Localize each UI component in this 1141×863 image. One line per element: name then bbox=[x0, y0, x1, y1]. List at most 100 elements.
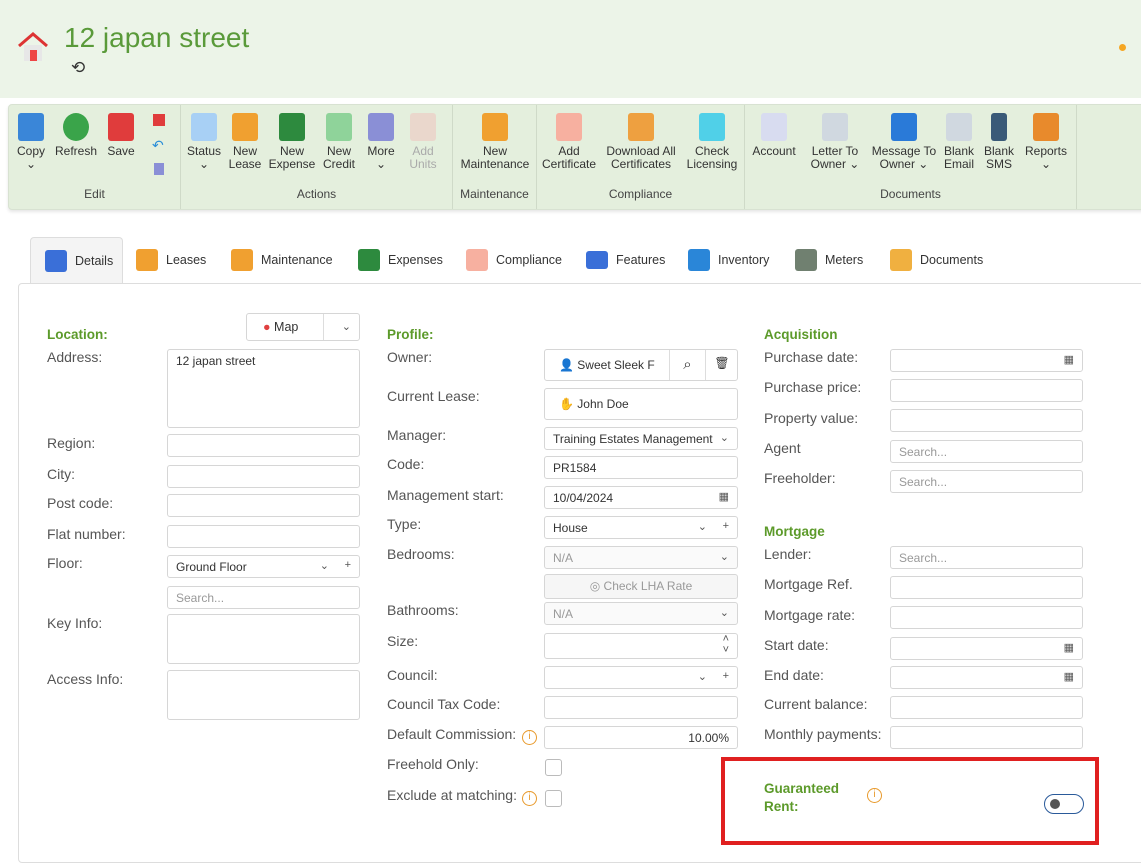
tab-expenses[interactable]: Expenses bbox=[358, 237, 443, 283]
tab-inventory[interactable]: Inventory bbox=[688, 237, 769, 283]
key-info-field[interactable] bbox=[167, 614, 360, 664]
undo-icon[interactable]: ↶ bbox=[152, 137, 164, 154]
new-credit-button[interactable]: New Credit bbox=[319, 113, 359, 171]
key-info-label: Key Info: bbox=[47, 615, 103, 631]
lease-icon bbox=[136, 249, 158, 271]
mortgage-rate-field[interactable] bbox=[890, 606, 1083, 629]
account-button[interactable]: Account bbox=[749, 113, 799, 158]
new-maintenance-button[interactable]: New Maintenance bbox=[457, 113, 533, 171]
group-edit: Copy ⌄ Refresh Save ↶ Edit bbox=[9, 105, 181, 209]
region-field[interactable] bbox=[167, 434, 360, 457]
new-lease-button[interactable]: New Lease bbox=[227, 113, 263, 171]
floor-select[interactable]: Ground Floor ⌄ + bbox=[167, 555, 360, 578]
tab-features[interactable]: Features bbox=[586, 237, 665, 283]
tab-documents[interactable]: Documents bbox=[890, 237, 983, 283]
chevron-down-icon[interactable]: ⌄ bbox=[342, 320, 351, 333]
lender-search-input[interactable]: Search... bbox=[890, 546, 1083, 569]
monthly-payments-field[interactable] bbox=[890, 726, 1083, 749]
property-value-label: Property value: bbox=[764, 410, 859, 426]
current-balance-field[interactable] bbox=[890, 696, 1083, 719]
property-value-field[interactable] bbox=[890, 409, 1083, 432]
flat-number-field[interactable] bbox=[167, 525, 360, 548]
check-licensing-button[interactable]: Check Licensing bbox=[685, 113, 739, 171]
council-label: Council: bbox=[387, 667, 438, 683]
map-button[interactable]: ● Map ⌄ bbox=[246, 313, 360, 341]
floor-search-input[interactable]: Search... bbox=[167, 586, 360, 609]
tab-meters[interactable]: Meters bbox=[795, 237, 863, 283]
tab-details[interactable]: Details bbox=[30, 237, 123, 284]
size-stepper[interactable]: ˄ ˅ bbox=[544, 633, 738, 659]
tab-maintenance[interactable]: Maintenance bbox=[231, 237, 333, 283]
status-button[interactable]: Status ⌄ bbox=[185, 113, 223, 171]
search-icon[interactable]: ⌕ bbox=[669, 350, 705, 380]
postcode-field[interactable] bbox=[167, 494, 360, 517]
address-field[interactable]: 12 japan street bbox=[167, 349, 360, 428]
trash-icon[interactable]: 🗑 bbox=[705, 350, 738, 380]
info-icon[interactable]: i bbox=[522, 730, 537, 745]
address-label: Address: bbox=[47, 349, 103, 365]
info-icon[interactable]: i bbox=[867, 788, 882, 803]
status-dot bbox=[1119, 44, 1126, 51]
commission-label: Default Commission: bbox=[387, 726, 517, 742]
manager-select[interactable]: Training Estates Management ⌄ bbox=[544, 427, 738, 450]
commission-field[interactable]: 10.00% bbox=[544, 726, 738, 749]
owner-field[interactable]: 👤 Sweet Sleek F ⌕ 🗑 bbox=[544, 349, 738, 381]
freehold-checkbox[interactable] bbox=[545, 759, 562, 776]
type-select[interactable]: House ⌄ + bbox=[544, 516, 738, 539]
new-expense-button[interactable]: New Expense bbox=[268, 113, 316, 171]
save-button[interactable]: Save bbox=[104, 113, 138, 158]
access-info-field[interactable] bbox=[167, 670, 360, 720]
bedrooms-select[interactable]: N/A ⌄ bbox=[544, 546, 738, 569]
save-small-icon[interactable] bbox=[153, 114, 165, 126]
start-date-field[interactable]: ▦ bbox=[890, 637, 1083, 660]
end-date-field[interactable]: ▦ bbox=[890, 666, 1083, 689]
message-to-owner-button[interactable]: Message To Owner ⌄ bbox=[871, 113, 937, 171]
freeholder-search-input[interactable]: Search... bbox=[890, 470, 1083, 493]
owner-label: Owner: bbox=[387, 349, 433, 365]
mortgage-ref-field[interactable] bbox=[890, 576, 1083, 599]
management-start-field[interactable]: 10/04/2024 ▦ bbox=[544, 486, 738, 509]
history-icon[interactable]: ⟲ bbox=[71, 58, 85, 78]
purchase-date-field[interactable]: ▦ bbox=[890, 349, 1083, 372]
code-field[interactable]: PR1584 bbox=[544, 456, 738, 479]
map-pin-icon: ● bbox=[263, 320, 271, 334]
exclude-checkbox[interactable] bbox=[545, 790, 562, 807]
expense-icon bbox=[358, 249, 380, 271]
management-start-label: Management start: bbox=[387, 487, 504, 503]
group-maintenance: New Maintenance Maintenance bbox=[453, 105, 537, 209]
council-tax-field[interactable] bbox=[544, 696, 738, 719]
add-units-button[interactable]: Add Units bbox=[403, 113, 443, 171]
guaranteed-rent-toggle[interactable] bbox=[1044, 794, 1084, 814]
flat-number-label: Flat number: bbox=[47, 526, 126, 542]
bathrooms-label: Bathrooms: bbox=[387, 602, 459, 618]
refresh-icon bbox=[63, 113, 89, 141]
blank-sms-button[interactable]: Blank SMS bbox=[981, 113, 1017, 171]
bathrooms-select[interactable]: N/A ⌄ bbox=[544, 602, 738, 625]
letter-to-owner-button[interactable]: Letter To Owner ⌄ bbox=[803, 113, 867, 171]
profile-heading: Profile: bbox=[387, 327, 434, 342]
council-select[interactable]: ⌄ + bbox=[544, 666, 738, 689]
tab-leases[interactable]: Leases bbox=[136, 237, 206, 283]
add-certificate-button[interactable]: Add Certificate bbox=[541, 113, 597, 171]
blank-email-button[interactable]: Blank Email bbox=[941, 113, 977, 171]
reports-button[interactable]: Reports ⌄ bbox=[1021, 113, 1071, 171]
mortgage-heading: Mortgage bbox=[764, 524, 825, 539]
tab-compliance[interactable]: Compliance bbox=[466, 237, 562, 283]
city-field[interactable] bbox=[167, 465, 360, 488]
more-button[interactable]: More ⌄ bbox=[363, 113, 399, 171]
purchase-price-field[interactable] bbox=[890, 379, 1083, 402]
current-balance-label: Current balance: bbox=[764, 696, 868, 712]
agent-search-input[interactable]: Search... bbox=[890, 440, 1083, 463]
copy-button[interactable]: Copy ⌄ bbox=[15, 113, 47, 171]
calendar-icon: ▦ bbox=[1063, 642, 1074, 654]
current-lease-field[interactable]: ✋ John Doe bbox=[544, 388, 738, 420]
info-icon[interactable]: i bbox=[522, 791, 537, 806]
check-lha-button[interactable]: ◎ Check LHA Rate bbox=[544, 574, 738, 599]
end-date-label: End date: bbox=[764, 667, 824, 683]
save-icon bbox=[108, 113, 134, 141]
reports-icon bbox=[1033, 113, 1059, 141]
download-certificates-button[interactable]: Download All Certificates bbox=[603, 113, 679, 171]
delete-icon[interactable] bbox=[154, 163, 164, 175]
refresh-button[interactable]: Refresh bbox=[54, 113, 98, 158]
home-icon bbox=[18, 32, 48, 61]
